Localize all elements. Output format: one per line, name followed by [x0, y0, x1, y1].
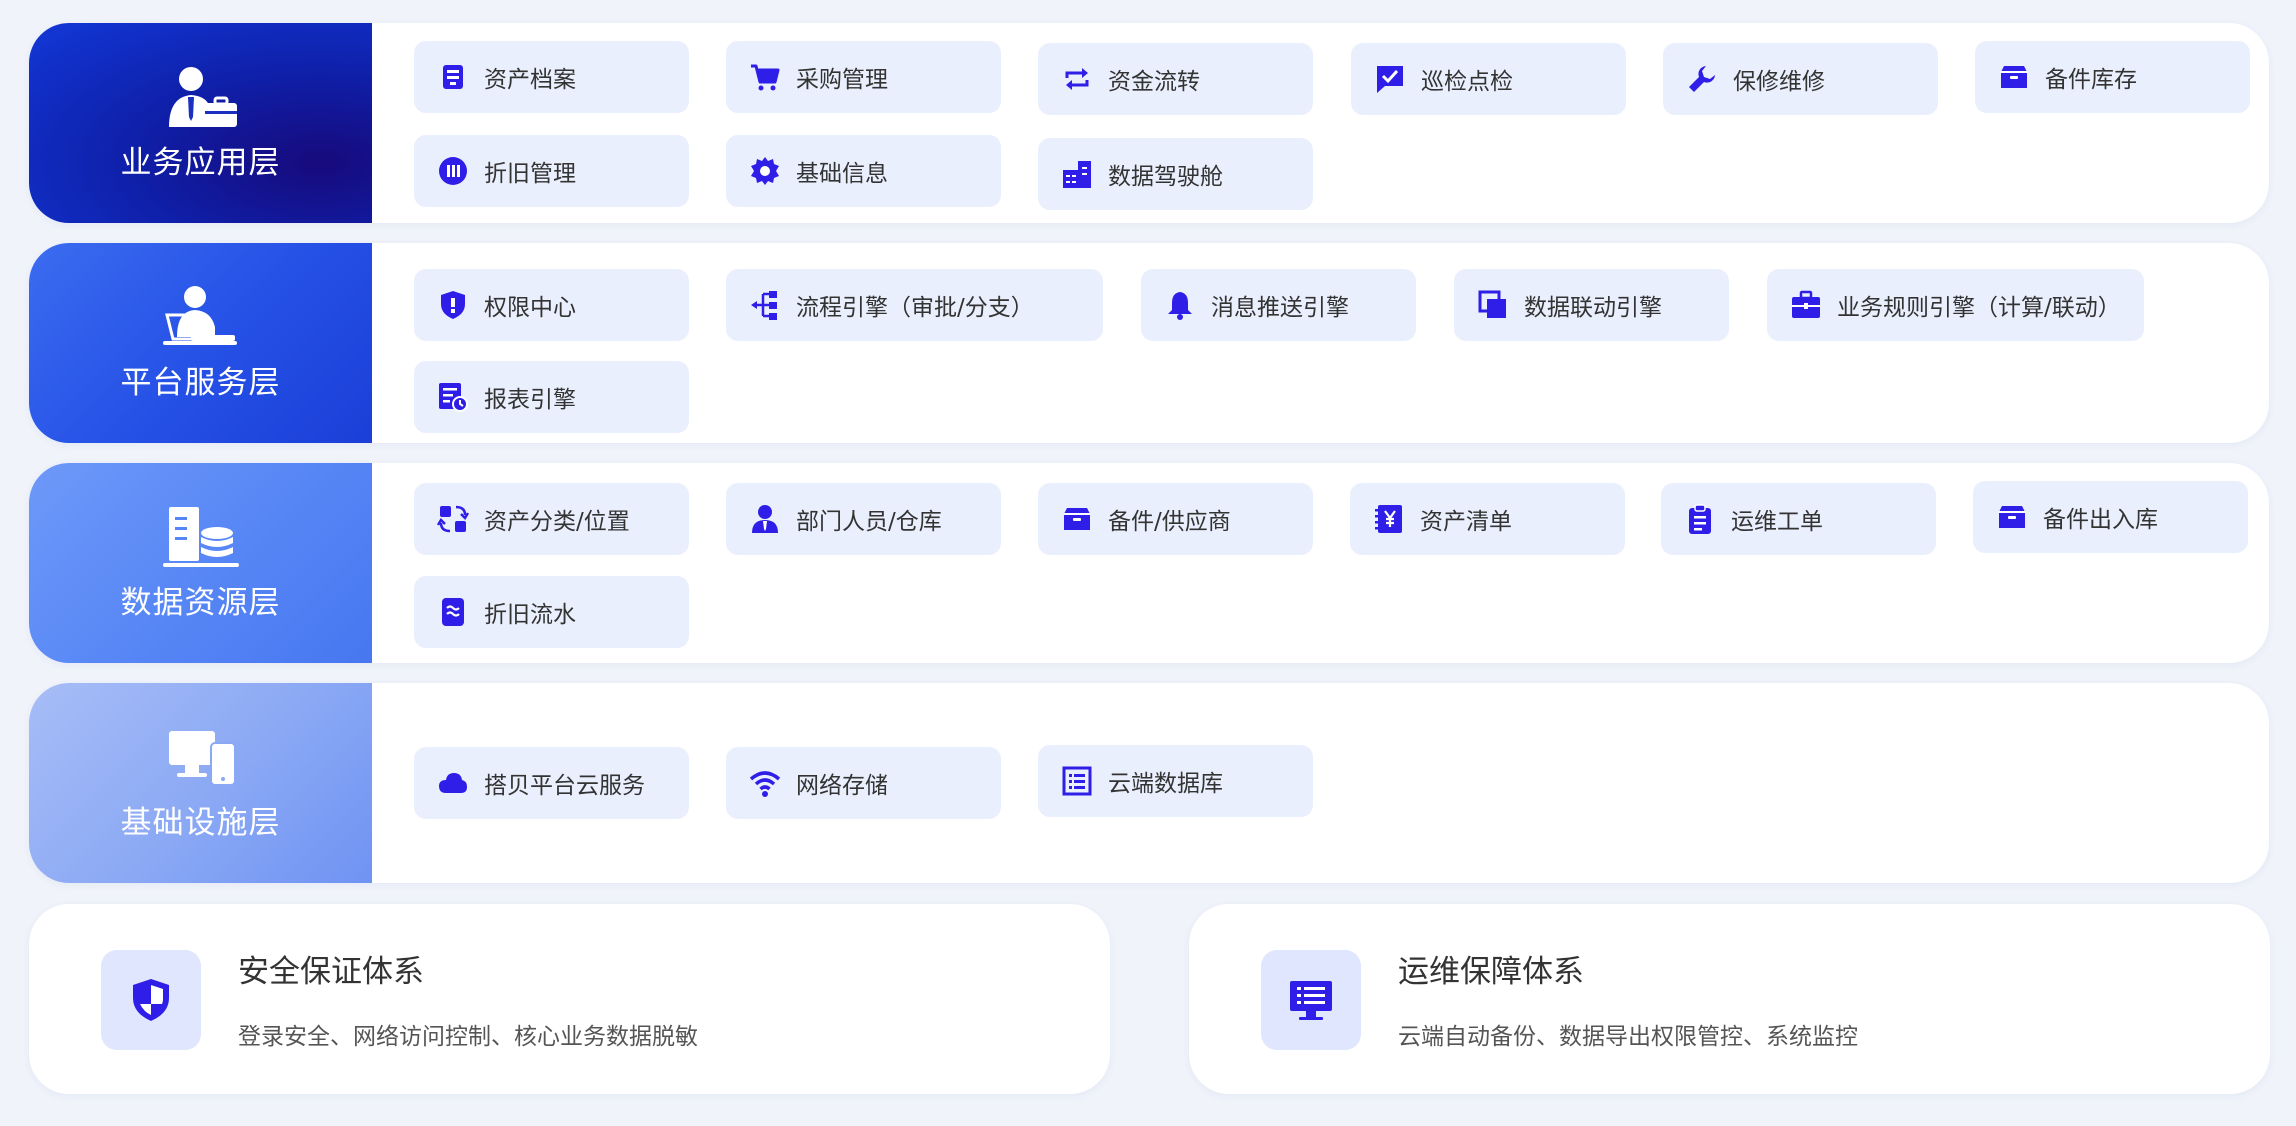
chip-label: 折旧管理: [484, 161, 576, 187]
layer-title: 业务应用层: [120, 144, 281, 181]
card-title: 运维保障体系: [1398, 954, 1584, 990]
chip-label: 保修维修: [1733, 69, 1825, 95]
layer-business-application: 业务应用层 资产档案 采购管理 资金流转 巡检点检 保修维修 备件库存 折旧管理…: [29, 23, 2269, 223]
layer-infrastructure: 基础设施层 搭贝平台云服务 网络存储 云端数据库: [29, 683, 2269, 883]
layer-title: 平台服务层: [120, 364, 281, 401]
chip-depreciation-flow[interactable]: 折旧流水: [414, 576, 689, 648]
chip-asset-list[interactable]: 资产清单: [1350, 483, 1625, 555]
chip-label: 搭贝平台云服务: [484, 773, 645, 799]
chip-spare-supplier[interactable]: 备件/供应商: [1038, 483, 1313, 555]
flow-tree-icon: [748, 288, 782, 322]
chip-fund-flow[interactable]: 资金流转: [1038, 43, 1313, 115]
repeat-arrows-icon: [1060, 62, 1094, 96]
chip-department-staff[interactable]: 部门人员/仓库: [726, 483, 1001, 555]
chip-label: 数据联动引擎: [1524, 295, 1662, 321]
pause-circle-icon: [436, 154, 470, 188]
chip-label: 折旧流水: [484, 602, 576, 628]
layer-platform-service: 平台服务层 权限中心 流程引擎（审批/分支） 消息推送引擎 数据联动引擎 业务规…: [29, 243, 2269, 443]
card-description: 登录安全、网络访问控制、核心业务数据脱敏: [238, 1024, 698, 1050]
layer-data-resource: 数据资源层 资产分类/位置 部门人员/仓库 备件/供应商 资产清单 运维工单 备…: [29, 463, 2269, 663]
flow-wave-icon: [436, 595, 470, 629]
layer-title: 数据资源层: [120, 584, 281, 621]
layer-header: 业务应用层: [29, 23, 372, 223]
chip-network-storage[interactable]: 网络存储: [726, 747, 1001, 819]
layer-header: 平台服务层: [29, 243, 372, 443]
cloud-icon: [436, 766, 470, 800]
security-system-card: 安全保证体系 登录安全、网络访问控制、核心业务数据脱敏: [29, 904, 1110, 1094]
check-chat-icon: [1373, 62, 1407, 96]
server-database-icon: [162, 506, 239, 567]
chip-business-rule-engine[interactable]: 业务规则引擎（计算/联动）: [1767, 269, 2144, 341]
inventory-box-icon: [1060, 502, 1094, 536]
inventory-box-icon: [1997, 60, 2031, 94]
chip-asset-archive[interactable]: 资产档案: [414, 41, 689, 113]
operations-system-card: 运维保障体系 云端自动备份、数据导出权限管控、系统监控: [1189, 904, 2270, 1094]
chip-label: 云端数据库: [1108, 771, 1223, 797]
clipboard-icon: [1683, 502, 1717, 536]
ledger-yen-icon: [1372, 502, 1406, 536]
card-title: 安全保证体系: [238, 954, 424, 990]
chip-asset-category[interactable]: 资产分类/位置: [414, 483, 689, 555]
shopping-cart-icon: [748, 60, 782, 94]
category-swap-icon: [436, 502, 470, 536]
briefcase-icon: [1789, 288, 1823, 322]
chip-depreciation[interactable]: 折旧管理: [414, 135, 689, 207]
chip-permission-center[interactable]: 权限中心: [414, 269, 689, 341]
copy-stack-icon: [1476, 288, 1510, 322]
chip-report-engine[interactable]: 报表引擎: [414, 361, 689, 433]
chip-cloud-service[interactable]: 搭贝平台云服务: [414, 747, 689, 819]
wrench-icon: [1685, 62, 1719, 96]
chip-message-engine[interactable]: 消息推送引擎: [1141, 269, 1416, 341]
chip-spare-inventory[interactable]: 备件库存: [1975, 41, 2250, 113]
chip-cloud-database[interactable]: 云端数据库: [1038, 745, 1313, 817]
person-icon: [748, 502, 782, 536]
chip-inspection[interactable]: 巡检点检: [1351, 43, 1626, 115]
chip-label: 备件/供应商: [1108, 509, 1231, 535]
chip-workflow-engine[interactable]: 流程引擎（审批/分支）: [726, 269, 1103, 341]
chip-label: 部门人员/仓库: [796, 509, 942, 535]
shield-icon: [436, 288, 470, 322]
chip-label: 资金流转: [1108, 69, 1200, 95]
chip-label: 运维工单: [1731, 509, 1823, 535]
businessman-briefcase-icon: [168, 66, 237, 127]
chip-label: 采购管理: [796, 67, 888, 93]
chip-data-cockpit[interactable]: 数据驾驶舱: [1038, 138, 1313, 210]
chip-label: 消息推送引擎: [1211, 295, 1349, 321]
chip-label: 权限中心: [484, 295, 576, 321]
chip-label: 业务规则引擎（计算/联动）: [1837, 295, 2121, 321]
list-database-icon: [1060, 764, 1094, 798]
chip-basic-info[interactable]: 基础信息: [726, 135, 1001, 207]
security-shield-icon: [101, 950, 201, 1050]
archive-icon: [436, 60, 470, 94]
dashboard-icon: [1060, 157, 1094, 191]
chip-label: 网络存储: [796, 773, 888, 799]
chip-label: 备件出入库: [2043, 507, 2158, 533]
chip-label: 资产清单: [1420, 509, 1512, 535]
layer-header: 数据资源层: [29, 463, 372, 663]
chip-label: 资产分类/位置: [484, 509, 630, 535]
chip-spare-in-out[interactable]: 备件出入库: [1973, 481, 2248, 553]
person-laptop-icon: [162, 285, 237, 345]
chip-label: 巡检点检: [1421, 69, 1513, 95]
chip-data-linkage-engine[interactable]: 数据联动引擎: [1454, 269, 1729, 341]
chip-label: 备件库存: [2045, 67, 2137, 93]
layer-header: 基础设施层: [29, 683, 372, 883]
monitor-phone-icon: [168, 730, 236, 786]
card-description: 云端自动备份、数据导出权限管控、系统监控: [1398, 1024, 1858, 1050]
chip-label: 基础信息: [796, 161, 888, 187]
inventory-box-icon: [1995, 500, 2029, 534]
chip-label: 资产档案: [484, 67, 576, 93]
layer-title: 基础设施层: [120, 804, 281, 841]
report-clock-icon: [436, 380, 470, 414]
chip-label: 流程引擎（审批/分支）: [796, 295, 1034, 321]
wifi-icon: [748, 766, 782, 800]
gear-icon: [748, 154, 782, 188]
chip-repair[interactable]: 保修维修: [1663, 43, 1938, 115]
monitor-list-icon: [1261, 950, 1361, 1050]
chip-work-order[interactable]: 运维工单: [1661, 483, 1936, 555]
chip-label: 数据驾驶舱: [1108, 164, 1223, 190]
bell-icon: [1163, 288, 1197, 322]
chip-procurement[interactable]: 采购管理: [726, 41, 1001, 113]
chip-label: 报表引擎: [484, 387, 576, 413]
